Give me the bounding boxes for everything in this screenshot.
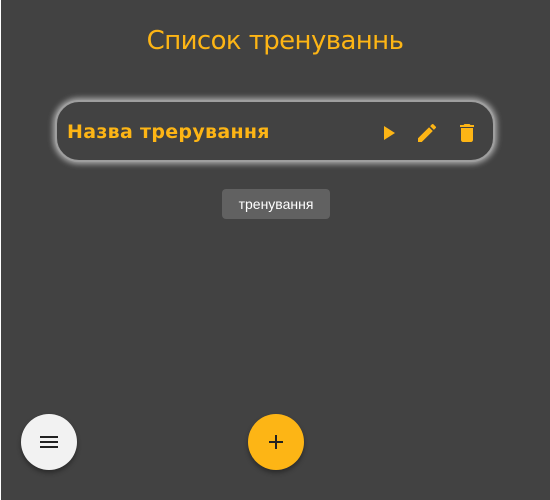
edit-button[interactable] <box>415 121 439 145</box>
play-icon <box>384 126 395 140</box>
page-title: Список тренуваннь <box>146 26 404 56</box>
play-button[interactable] <box>376 121 400 145</box>
window-edge <box>0 0 1 500</box>
trash-icon <box>460 124 474 142</box>
menu-button[interactable] <box>21 414 77 470</box>
plus-icon <box>269 435 283 449</box>
add-workout-button[interactable] <box>248 414 304 470</box>
workout-name: Назва трерування <box>67 121 270 143</box>
delete-button[interactable] <box>455 121 479 145</box>
workout-card[interactable]: Назва трерування <box>55 100 495 162</box>
tooltip: тренування <box>222 189 330 219</box>
pencil-icon <box>418 123 437 142</box>
menu-icon <box>40 436 58 448</box>
